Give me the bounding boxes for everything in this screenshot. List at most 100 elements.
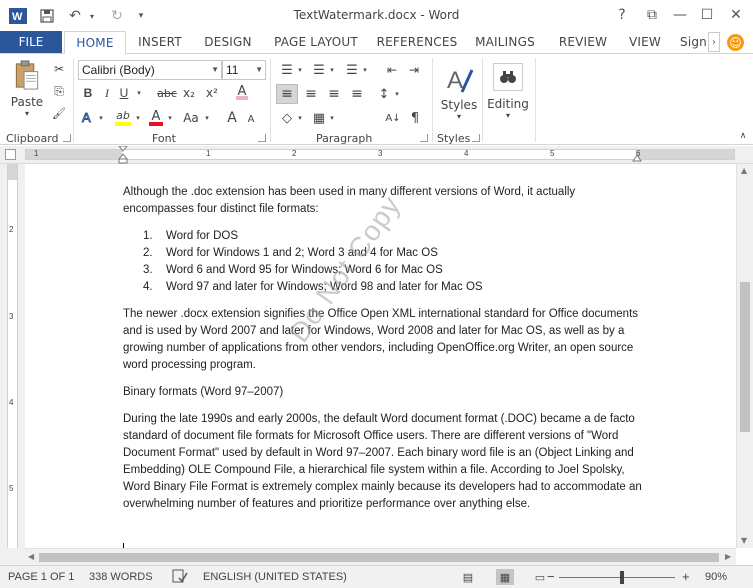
zoom-out-button[interactable]: −	[547, 569, 555, 584]
styles-group-label: Styles	[437, 132, 471, 145]
scroll-right-icon[interactable]: ▶	[725, 552, 731, 561]
copy-icon[interactable]: ⎘	[50, 82, 68, 100]
tab-page-layout[interactable]: PAGE LAYOUT	[270, 31, 362, 53]
increase-indent-button[interactable]: ⇥	[405, 60, 423, 80]
borders-button[interactable]: ▦	[310, 108, 328, 128]
underline-button[interactable]: U	[116, 84, 132, 102]
styles-launcher-icon[interactable]	[472, 134, 480, 142]
subscript-button[interactable]: x₂	[180, 84, 198, 102]
grow-font-button[interactable]: A	[224, 108, 240, 128]
tab-mailings[interactable]: MAILINGS	[471, 31, 539, 53]
tab-file[interactable]: FILE	[0, 31, 62, 53]
sign-in-link[interactable]: Sign	[680, 31, 710, 53]
align-right-button[interactable]: ≡	[324, 84, 344, 104]
tab-review[interactable]: REVIEW	[556, 31, 610, 53]
bold-button[interactable]: B	[80, 84, 96, 102]
zoom-in-button[interactable]: +	[682, 569, 690, 584]
customize-qat-icon[interactable]: ▾	[131, 6, 151, 26]
sort-button[interactable]: A↓	[383, 108, 403, 128]
font-size-combo[interactable]: 11 ▼	[222, 60, 266, 80]
center-button[interactable]: ≡	[301, 84, 321, 104]
highlight-button[interactable]: ab	[113, 106, 133, 128]
text-effects-button[interactable]: A	[80, 108, 96, 128]
proofing-icon[interactable]	[172, 569, 188, 586]
clear-formatting-button[interactable]: A	[232, 82, 252, 102]
undo-dropdown-icon[interactable]: ▾	[82, 6, 102, 26]
tab-references[interactable]: REFERENCES	[377, 31, 458, 53]
tab-insert[interactable]: INSERT	[130, 31, 190, 53]
decrease-indent-button[interactable]: ⇤	[383, 60, 401, 80]
shading-dropdown-icon[interactable]: ▾	[296, 108, 304, 128]
font-launcher-icon[interactable]	[258, 134, 266, 142]
tab-scroll-right-icon[interactable]: ›	[708, 32, 720, 52]
italic-button[interactable]: I	[99, 84, 115, 102]
align-left-button[interactable]: ≡	[276, 84, 298, 104]
tab-selector[interactable]	[5, 149, 16, 160]
numbering-dropdown-icon[interactable]: ▾	[328, 60, 336, 80]
multilevel-list-button[interactable]: ☰	[343, 60, 361, 80]
ribbon-display-options-button[interactable]: ⧉	[640, 4, 664, 26]
bullets-button[interactable]: ☰	[278, 60, 296, 80]
zoom-slider-track[interactable]	[559, 577, 675, 578]
cut-icon[interactable]: ✂	[50, 60, 68, 78]
horizontal-scrollbar[interactable]: ◀ ▶	[25, 548, 736, 565]
font-color-button[interactable]: A	[147, 106, 165, 128]
text-effects-dropdown-icon[interactable]: ▾	[96, 108, 106, 128]
strikethrough-button[interactable]: abc	[156, 84, 178, 102]
horizontal-scroll-thumb[interactable]	[39, 553, 719, 562]
borders-dropdown-icon[interactable]: ▾	[328, 108, 336, 128]
right-indent-marker[interactable]	[632, 154, 642, 162]
maximize-button[interactable]: ☐	[695, 4, 719, 26]
line-spacing-dropdown-icon[interactable]: ▾	[393, 84, 401, 104]
bullets-dropdown-icon[interactable]: ▾	[296, 60, 304, 80]
show-marks-button[interactable]: ¶	[406, 108, 424, 128]
zoom-slider-knob[interactable]	[620, 571, 624, 584]
shrink-font-button[interactable]: A	[244, 110, 258, 128]
change-case-dropdown-icon[interactable]: ▾	[202, 108, 212, 128]
line-spacing-button[interactable]: ↕	[375, 84, 393, 104]
superscript-button[interactable]: x²	[203, 84, 221, 102]
styles-button[interactable]: A Styles ▾	[440, 60, 478, 124]
font-family-combo[interactable]: Calibri (Body) ▼	[78, 60, 222, 80]
font-color-dropdown-icon[interactable]: ▾	[165, 108, 175, 128]
tab-view[interactable]: VIEW	[623, 31, 667, 53]
help-button[interactable]: ?	[610, 4, 634, 26]
underline-dropdown-icon[interactable]: ▾	[134, 84, 144, 102]
redo-icon[interactable]: ↻	[107, 6, 127, 26]
vertical-scrollbar[interactable]: ▲ ▼	[736, 164, 753, 548]
editing-button[interactable]: Editing ▾	[487, 58, 529, 124]
collapse-ribbon-icon[interactable]: ∧	[737, 130, 749, 142]
zoom-level[interactable]: 90%	[705, 571, 727, 583]
change-case-button[interactable]: Aa	[180, 108, 202, 128]
multilevel-dropdown-icon[interactable]: ▾	[361, 60, 369, 80]
save-icon[interactable]	[37, 6, 57, 26]
highlight-dropdown-icon[interactable]: ▾	[133, 108, 143, 128]
vertical-scroll-thumb[interactable]	[740, 282, 750, 432]
tab-design[interactable]: DESIGN	[198, 31, 258, 53]
print-layout-icon[interactable]: ▦	[496, 569, 514, 585]
feedback-smiley-icon[interactable]: ☺	[727, 34, 744, 51]
read-mode-icon[interactable]: ▤	[459, 569, 477, 585]
word-app-icon[interactable]: W	[8, 6, 28, 26]
vertical-ruler[interactable]: 2 3 4 5	[0, 164, 25, 548]
language-indicator[interactable]: ENGLISH (UNITED STATES)	[203, 571, 347, 583]
paragraph-launcher-icon[interactable]	[420, 134, 428, 142]
scroll-left-icon[interactable]: ◀	[28, 552, 34, 561]
page-count[interactable]: PAGE 1 OF 1	[8, 571, 74, 583]
format-painter-icon[interactable]: 🖌	[50, 104, 68, 122]
minimize-button[interactable]: —	[668, 4, 692, 26]
clipboard-launcher-icon[interactable]	[63, 134, 71, 142]
document-page[interactable]: Although the .doc extension has been use…	[25, 164, 736, 548]
shading-button[interactable]: ◇	[278, 108, 296, 128]
numbering-button[interactable]: ☰	[310, 60, 328, 80]
word-count[interactable]: 338 WORDS	[89, 571, 153, 583]
font-family-value: Calibri (Body)	[82, 63, 155, 77]
justify-button[interactable]: ≡	[347, 84, 367, 104]
scroll-up-icon[interactable]: ▲	[741, 166, 747, 175]
first-line-indent-marker[interactable]	[118, 146, 128, 164]
scroll-down-icon[interactable]: ▼	[741, 536, 747, 545]
close-button[interactable]: ✕	[724, 4, 748, 26]
paste-button[interactable]: Clipboard Paste ▾	[8, 60, 46, 118]
horizontal-ruler[interactable]: 1 1 2 3 4 5 6	[0, 146, 753, 164]
tab-home[interactable]: HOME	[64, 31, 126, 54]
